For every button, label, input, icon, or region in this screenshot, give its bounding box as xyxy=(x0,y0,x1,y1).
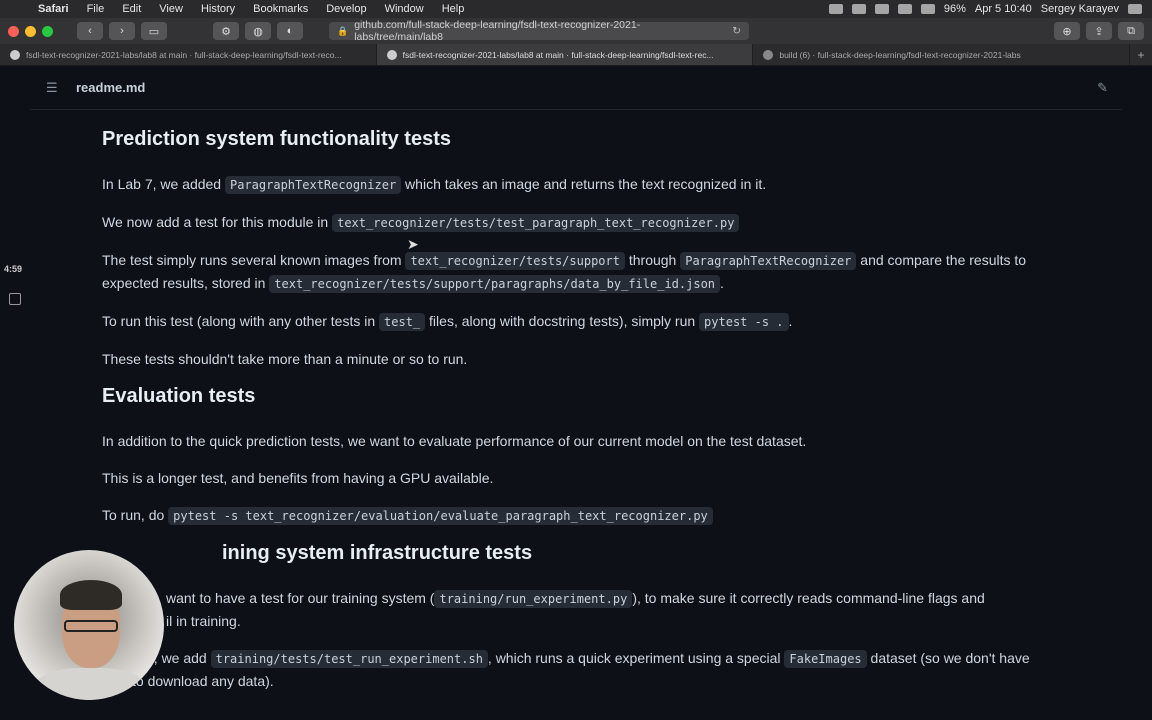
user-name[interactable]: Sergey Karayev xyxy=(1041,3,1119,15)
zoom-window-button[interactable] xyxy=(42,25,53,37)
inline-code: training/tests/test_run_experiment.sh xyxy=(210,650,488,668)
presenter-shirt xyxy=(34,668,146,700)
inline-code: text_recognizer/tests/support/paragraphs… xyxy=(269,275,721,293)
extension-icon[interactable]: ⚙ xyxy=(213,22,239,40)
file-name: readme.md xyxy=(76,80,146,95)
search-icon[interactable] xyxy=(1128,4,1142,14)
paragraph: want to have a test for our training sys… xyxy=(166,590,985,629)
paragraph: These tests shouldn't take more than a m… xyxy=(102,351,468,367)
address-bar[interactable]: 🔒 github.com/full-stack-deep-learning/fs… xyxy=(329,19,749,43)
inline-code: FakeImages xyxy=(784,650,867,668)
pencil-icon[interactable]: ✎ xyxy=(1097,80,1108,96)
paragraph: We now add a test for this module in tex… xyxy=(102,211,1042,234)
paragraph: This is a longer test, and benefits from… xyxy=(102,470,494,486)
menu-edit[interactable]: Edit xyxy=(122,3,141,15)
url-text: github.com/full-stack-deep-learning/fsdl… xyxy=(354,19,641,43)
extension-icon-2[interactable]: ◍ xyxy=(245,22,271,40)
inline-code: text_recognizer/tests/support xyxy=(405,252,625,270)
panel-icon[interactable] xyxy=(9,293,21,305)
close-window-button[interactable] xyxy=(8,25,19,37)
dropbox-status-icon[interactable] xyxy=(874,4,889,14)
tab-lab8-2[interactable]: fsdl-text-recognizer-2021-labs/lab8 at m… xyxy=(376,44,754,65)
presenter-hair xyxy=(60,580,122,610)
camera-status-icon[interactable] xyxy=(828,4,843,14)
heading-evaluation-tests: Evaluation tests xyxy=(102,385,256,407)
menu-bookmarks[interactable]: Bookmarks xyxy=(253,3,308,15)
back-button[interactable]: ‹ xyxy=(77,22,103,40)
sidebar-toggle-button[interactable]: ▭ xyxy=(141,22,167,40)
webcam-overlay xyxy=(14,550,164,700)
shield-icon[interactable]: ◐ xyxy=(277,22,303,40)
heading-training-tests: ining system infrastructure tests xyxy=(222,542,533,564)
tab-label: build (6) · full-stack-deep-learning/fsd… xyxy=(779,49,1021,60)
tab-bar: fsdl-text-recognizer-2021-labs/lab8 at m… xyxy=(0,44,1152,66)
paragraph: In addition to the quick prediction test… xyxy=(102,433,807,449)
battery-percent[interactable]: 96% xyxy=(944,3,966,15)
cloud-status-icon[interactable] xyxy=(851,4,866,14)
inline-code: pytest -s text_recognizer/evaluation/eva… xyxy=(168,507,713,525)
tab-build[interactable]: build (6) · full-stack-deep-learning/fsd… xyxy=(753,44,1131,65)
menu-file[interactable]: File xyxy=(87,3,105,15)
new-tab-button[interactable]: + xyxy=(1130,44,1152,65)
inline-code: test_ xyxy=(379,313,426,331)
paragraph: To run, do pytest -s text_recognizer/eva… xyxy=(102,504,1042,527)
menu-view[interactable]: View xyxy=(159,3,183,15)
menu-develop[interactable]: Develop xyxy=(326,3,366,15)
heading-prediction-tests: Prediction system functionality tests xyxy=(102,128,451,150)
inline-code: text_recognizer/tests/test_paragraph_tex… xyxy=(332,214,740,232)
tab-label: fsdl-text-recognizer-2021-labs/lab8 at m… xyxy=(26,49,342,60)
menu-window[interactable]: Window xyxy=(385,3,424,15)
wifi-icon[interactable] xyxy=(897,4,912,14)
browser-toolbar: ‹ › ▭ ⚙ ◍ ◐ 🔒 github.com/full-stack-deep… xyxy=(0,18,1152,44)
inline-code: training/run_experiment.py xyxy=(434,590,633,608)
menu-help[interactable]: Help xyxy=(442,3,465,15)
tab-label: fsdl-text-recognizer-2021-labs/lab8 at m… xyxy=(402,49,714,60)
outline-list-icon[interactable]: ☰ xyxy=(46,80,60,96)
presenter-glasses xyxy=(64,620,118,632)
menu-safari[interactable]: Safari xyxy=(38,3,69,15)
file-header: ☰ readme.md ✎ xyxy=(30,66,1122,110)
github-icon xyxy=(386,49,397,60)
build-status-icon xyxy=(763,49,774,60)
download-icon[interactable]: ⊕ xyxy=(1054,22,1080,40)
forward-button[interactable]: › xyxy=(109,22,135,40)
page-content: ☰ readme.md ✎ Prediction system function… xyxy=(30,66,1152,720)
tabs-overview-icon[interactable]: ⧉ xyxy=(1118,22,1144,40)
github-icon xyxy=(10,49,20,60)
timer-label: 4:59 xyxy=(4,264,23,274)
clock[interactable]: Apr 5 10:40 xyxy=(975,3,1032,15)
mouse-cursor-icon: ➤ xyxy=(407,236,419,252)
paragraph: this, we add training/tests/test_run_exp… xyxy=(132,650,1030,689)
paragraph: To run this test (along with any other t… xyxy=(102,313,793,331)
inline-code: pytest -s . xyxy=(699,313,789,331)
minimize-window-button[interactable] xyxy=(25,25,36,37)
lock-icon: 🔒 xyxy=(337,25,349,36)
inline-code: ParagraphTextRecognizer xyxy=(225,176,402,194)
menu-history[interactable]: History xyxy=(201,3,235,15)
inline-code: ParagraphTextRecognizer xyxy=(680,252,857,270)
share-icon[interactable]: ⇪ xyxy=(1086,22,1112,40)
paragraph: The test simply runs several known image… xyxy=(102,252,1027,293)
paragraph: In Lab 7, we added ParagraphTextRecogniz… xyxy=(102,176,767,194)
menu-bar: Safari File Edit View History Bookmarks … xyxy=(0,0,1152,18)
reload-icon[interactable]: ↻ xyxy=(732,25,741,37)
readme-body: Prediction system functionality tests In… xyxy=(102,122,1042,707)
tab-lab8-1[interactable]: fsdl-text-recognizer-2021-labs/lab8 at m… xyxy=(0,44,377,65)
volume-icon[interactable] xyxy=(920,4,935,14)
